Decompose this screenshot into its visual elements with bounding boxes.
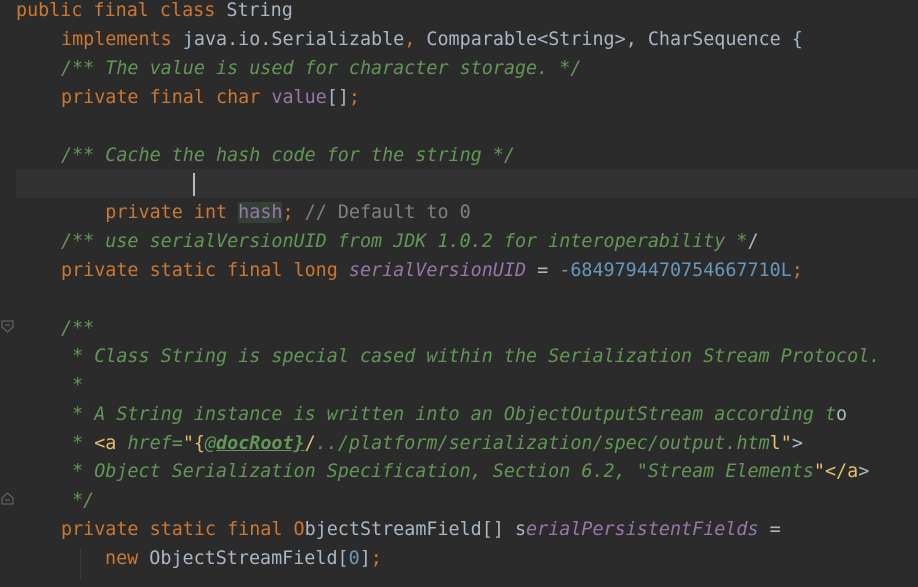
code-token-tag: / bbox=[304, 433, 316, 454]
code-token-sfield: serialVersionUID bbox=[348, 260, 527, 281]
code-token-txt: = bbox=[769, 519, 781, 540]
code-token-tag: "</a bbox=[813, 461, 859, 482]
code-token-cmt: * Class String is special cased within t… bbox=[61, 346, 881, 367]
code-line-10: private static final long serialVersionU… bbox=[16, 256, 918, 285]
code-token-kw: new bbox=[105, 548, 150, 569]
code-token-sfield: erialPersistentFields bbox=[526, 519, 770, 540]
code-token-txt: ObjectStreamField[ bbox=[149, 548, 349, 569]
code-token-cmt: /** The value is used for character stor… bbox=[61, 58, 582, 79]
code-token-cmt: /** bbox=[61, 318, 95, 339]
code-line-2: implements java.io.Serializable, Compara… bbox=[16, 25, 918, 54]
code-line-20: new ObjectStreamField[0]; bbox=[16, 544, 918, 573]
code-token-txt: ] bbox=[359, 548, 371, 569]
code-line-15: * A String instance is written into an O… bbox=[61, 404, 848, 425]
code-line-7-current[interactable]: private int hash; // Default to 0 bbox=[16, 169, 918, 223]
code-line-13: * Class String is special cased within t… bbox=[16, 342, 918, 371]
text-caret bbox=[193, 173, 195, 196]
fold-end-icon[interactable] bbox=[1, 492, 14, 505]
code-line-18: */ bbox=[16, 486, 918, 515]
code-token-docref: docRoot} bbox=[216, 433, 305, 454]
code-line-9: /** use serialVersionUID from JDK 1.0.2 … bbox=[61, 231, 759, 252]
code-token-cmt: ../platform/serialization/spec/output.ht… bbox=[315, 433, 770, 454]
code-token-kw: ; bbox=[348, 87, 360, 108]
code-line-1: public final class String bbox=[16, 0, 293, 21]
code-line-6: /** Cache the hash code for the string *… bbox=[16, 141, 918, 170]
code-line-19: private static final ObjectStreamField[]… bbox=[16, 515, 918, 544]
code-token-num: 0 bbox=[348, 548, 360, 569]
code-token-tag: <a bbox=[94, 433, 117, 454]
code-token-kw: ; bbox=[370, 548, 382, 569]
code-token-cmt: * A String instance is written into an O… bbox=[61, 404, 837, 425]
code-token-kw: , bbox=[404, 29, 416, 50]
code-token-kw: public final class bbox=[16, 0, 227, 21]
code-line-17: * Object Serialization Specification, Se… bbox=[61, 461, 870, 482]
fold-start-icon[interactable] bbox=[1, 320, 14, 333]
code-token-kw: implements bbox=[61, 29, 172, 50]
code-token-tag: "{ bbox=[182, 433, 205, 454]
code-token-txt: java.io.Serializable bbox=[171, 29, 405, 50]
code-token-txt: Comparable<String>, bbox=[415, 29, 637, 50]
code-line-3: /** The value is used for character stor… bbox=[16, 54, 918, 83]
code-token-txt: = bbox=[526, 260, 560, 281]
code-token-field: value bbox=[271, 87, 327, 108]
code-line-14: * bbox=[16, 371, 918, 400]
code-token-cmt: * bbox=[61, 433, 95, 454]
code-token-cmt: * Object Serialization Specification, Se… bbox=[61, 461, 814, 482]
code-token-kw bbox=[637, 29, 648, 50]
code-token-kw: private final char bbox=[61, 87, 272, 108]
code-token-txt: CharSequence { bbox=[647, 29, 803, 50]
code-token-cmt: */ bbox=[61, 490, 95, 511]
code-token-num: -6849794470754667710L bbox=[559, 260, 792, 281]
code-token-txt: bjectStreamField[] s bbox=[304, 519, 527, 540]
code-token-cmt: * bbox=[61, 375, 84, 396]
code-token-cmt: /** use serialVersionUID from JDK 1.0.2 … bbox=[61, 231, 748, 252]
code-token-tag: l" bbox=[769, 433, 792, 454]
code-token-cmt: @ bbox=[204, 433, 217, 454]
code-token-txt: [] bbox=[326, 87, 349, 108]
code-token-kw: ; bbox=[791, 260, 803, 281]
code-line-16: * <a href="{@docRoot}/../platform/serial… bbox=[61, 433, 803, 454]
code-line-12: /** bbox=[16, 314, 918, 343]
code-token-cmt: /** Cache the hash code for the string *… bbox=[61, 145, 515, 166]
code-token-cmt: href= bbox=[116, 433, 183, 454]
code-line-4: private final char value[]; bbox=[16, 83, 918, 112]
code-token-kw: private static final O bbox=[61, 519, 305, 540]
code-area[interactable]: public final class String implements jav… bbox=[16, 0, 918, 587]
code-editor[interactable]: public final class String implements jav… bbox=[0, 0, 918, 587]
code-token-kw: private static final long bbox=[61, 260, 349, 281]
